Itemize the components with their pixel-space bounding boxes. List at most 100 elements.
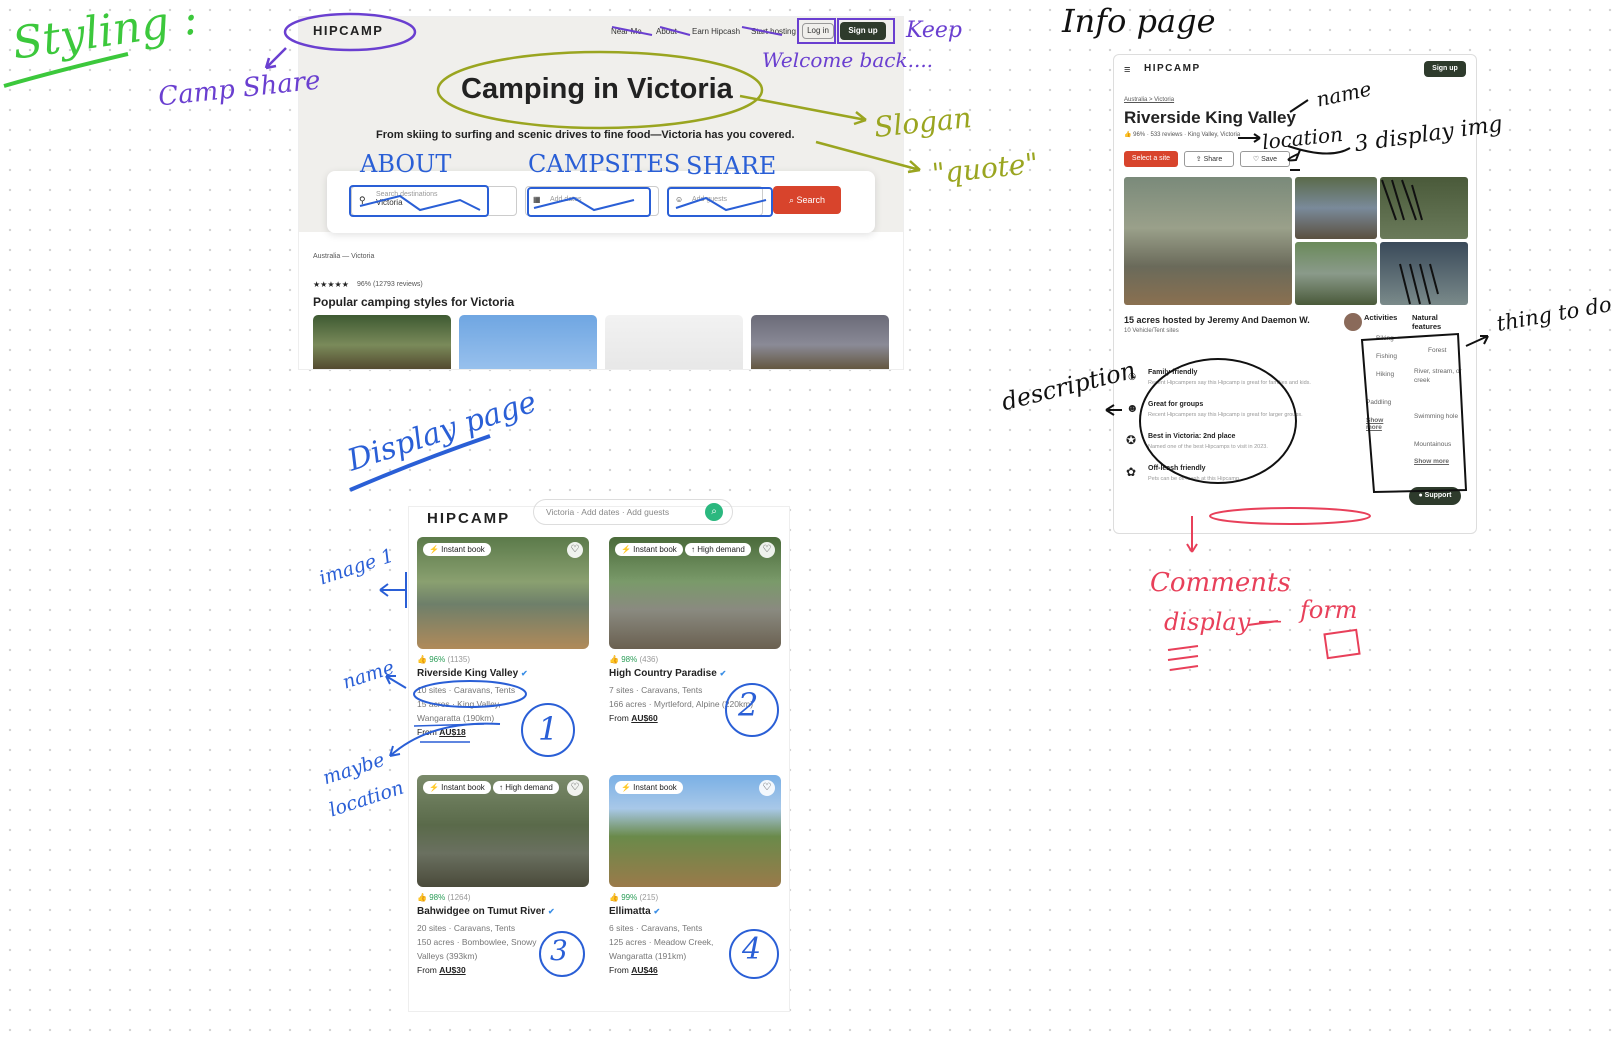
high-demand-badge: ↑ High demand [493,781,559,794]
heart-icon[interactable]: ♡ [759,542,775,558]
search-button[interactable]: ⌕ Search [773,186,841,214]
display-screenshot: HIPCAMP Victoria · Add dates · Add guest… [408,499,790,1012]
activity-biking: Biking [1376,335,1394,342]
listing-name[interactable]: Ellimatta ✔ [609,906,781,917]
display-label: display [1164,608,1251,636]
number-1: 1 [538,710,559,748]
listing-name[interactable]: Riverside King Valley ✔ [417,668,589,679]
listing-rating-pct: 99% [621,893,638,902]
search-icon[interactable]: ⌕ [705,503,723,521]
share-button[interactable]: ⇪ Share [1184,151,1234,167]
listing-name[interactable]: High Country Paradise ✔ [609,668,781,679]
listing-title: Riverside King Valley [1124,108,1296,127]
verified-icon: ✔ [520,669,528,678]
listing-image[interactable]: ⚡ Instant book ↑ High demand ♡ [417,775,589,887]
award-icon: ✪ [1126,433,1137,447]
listing-image[interactable]: ⚡ Instant book ↑ High demand ♡ [609,537,781,649]
style-thumb-forest[interactable] [313,315,451,369]
style-thumb-sky[interactable] [459,315,597,369]
login-button[interactable]: Log in [802,23,834,39]
listing-photo-4[interactable] [1295,242,1377,305]
support-label: Support [1424,492,1452,499]
nav-about[interactable]: About [656,27,677,36]
listing-photo-main[interactable] [1124,177,1292,305]
activity-fishing: Fishing [1376,353,1397,360]
campsites-label: CAMPSITES [528,150,681,178]
image-1-label: image 1 [316,544,397,590]
natural-river: River, stream, or creek [1414,368,1462,384]
info-breadcrumb[interactable]: Australia > Victoria [1124,97,1174,103]
activities-show-more[interactable]: Show more [1366,417,1390,431]
avatar[interactable] [1344,313,1362,331]
dog-icon: ✿ [1126,465,1137,479]
feature-desc: Recent Hipcampers say this Hipcamp is gr… [1148,380,1311,386]
heart-icon: ♡ [1252,156,1260,163]
group-icon: ☻ [1126,401,1139,415]
listing-photo-3[interactable] [1380,177,1468,239]
host-subtitle: 10 Vehicle/Tent sites [1124,328,1179,334]
nav-near-me[interactable]: Near Me [611,27,642,36]
listing-sites: 20 sites · Caravans, Tents [417,923,516,933]
high-demand-badge: ↑ High demand [685,543,751,556]
listing-image[interactable]: ⚡ Instant book ♡ [609,775,781,887]
info-signup-button[interactable]: Sign up [1424,61,1466,77]
listing-name[interactable]: Bahwidgee on Tumut River ✔ [417,906,589,917]
listing-card[interactable]: ⚡ Instant book ♡ 👍 96% (1135) Riverside … [417,537,589,737]
listing-photo-2[interactable] [1295,177,1377,239]
thumbs-up-icon: 👍 [417,655,427,664]
listing-distance: Wangaratta (190km) [417,713,495,723]
listing-sites: 10 sites · Caravans, Tents [417,685,516,695]
quote-label: "quote" [930,146,1040,191]
verified-icon: ✔ [719,669,727,678]
activities-title: Activities [1364,313,1398,322]
instant-book-badge: ⚡ Instant book [423,781,491,794]
heart-icon[interactable]: ♡ [567,542,583,558]
camp-share-arrow [264,47,287,70]
number-3: 3 [550,934,568,967]
number-2: 2 [738,686,759,724]
thumbs-up-icon: 👍 [609,655,619,664]
breadcrumb[interactable]: Australia — Victoria [313,253,374,260]
style-thumb-dusk[interactable] [751,315,889,369]
destination-input[interactable]: Search destinations Victoria [351,186,517,216]
display-page-label: Display page [343,384,541,479]
feature-title: Great for groups [1148,401,1204,408]
signup-button[interactable]: Sign up [840,22,886,40]
listing-name-text: High Country Paradise [609,668,717,679]
about-label: ABOUT [360,150,452,178]
listing-rating-count: (1135) [447,655,470,664]
display-search-text: Victoria · Add dates · Add guests [546,507,670,517]
save-label: Save [1261,156,1278,163]
landing-logo[interactable]: HIPCAMP [313,23,383,38]
keep-label: Keep [906,18,962,43]
heart-icon[interactable]: ♡ [567,780,583,796]
menu-icon[interactable]: ≡ [1124,64,1130,76]
listing-image[interactable]: ⚡ Instant book ♡ [417,537,589,649]
support-button[interactable]: ● Support [1409,487,1461,505]
feature-desc: Recent Hipcampers say this Hipcamp is gr… [1148,412,1303,418]
display-logo[interactable]: HIPCAMP [427,510,510,527]
style-thumb-tent[interactable] [605,315,743,369]
destination-label: Search destinations [376,191,438,198]
page-title: Camping in Victoria [461,73,733,105]
price-value: AU$46 [631,965,658,975]
thing-to-do-label: thing to do [1494,292,1614,336]
listing-rating-pct: 98% [429,893,446,902]
thumbs-up-icon: 👍 [417,893,427,902]
display-search-bar[interactable]: Victoria · Add dates · Add guests [533,499,733,525]
search-icon: ⌕ [788,195,794,205]
heart-icon[interactable]: ♡ [759,780,775,796]
comments-label: Comments [1150,568,1291,598]
listing-photo-5[interactable] [1380,242,1468,305]
natural-show-more[interactable]: Show more [1414,458,1449,465]
search-bar: Search destinations Victoria ⚲ Add dates… [327,171,875,233]
nav-earn-hipcash[interactable]: Earn Hipcash [692,27,740,36]
listing-rating: 👍 99% (215) [609,893,781,902]
info-page-label: Info page [1062,2,1216,40]
select-site-button[interactable]: Select a site [1124,151,1178,167]
dates-input[interactable]: Add dates [525,186,659,216]
info-logo[interactable]: HIPCAMP [1144,63,1201,74]
price-prefix: From [417,727,437,737]
nav-start-hosting[interactable]: Start hosting [751,27,796,36]
instant-book-badge: ⚡ Instant book [615,543,683,556]
